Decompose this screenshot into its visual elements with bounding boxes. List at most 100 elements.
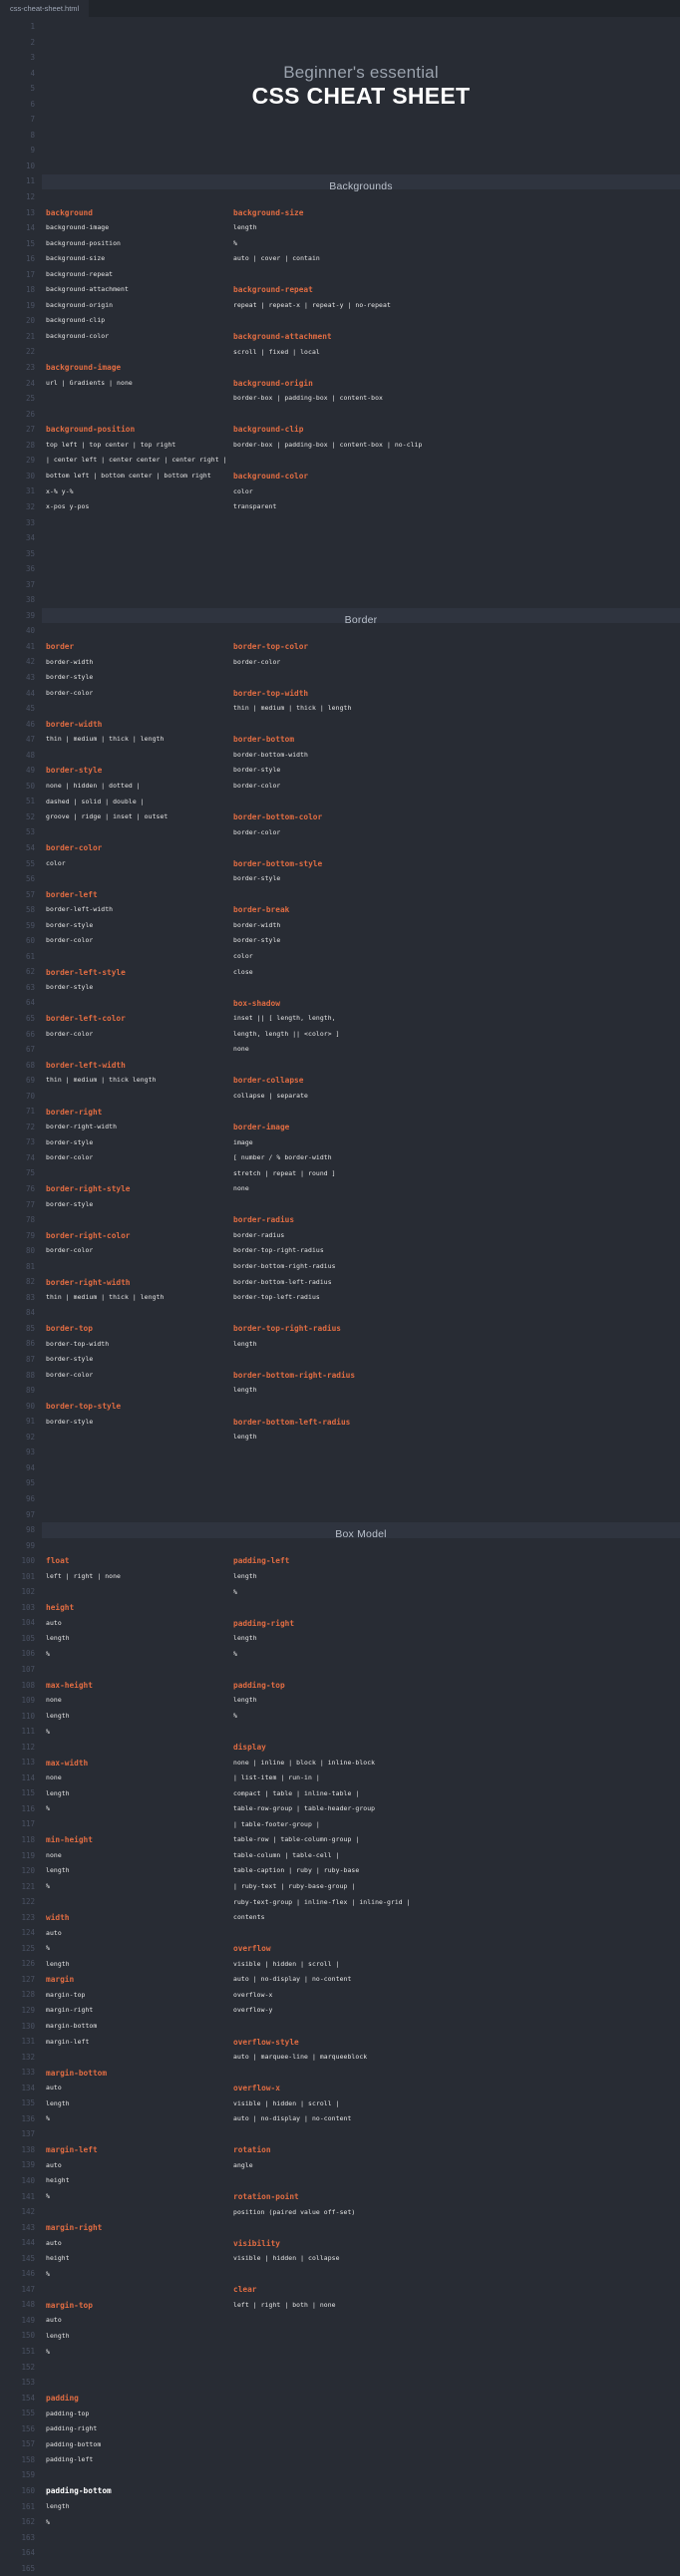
- line-number: 71: [0, 1104, 42, 1120]
- line-number: 150: [0, 2328, 42, 2344]
- file-tab-css-cheat-sheet[interactable]: css-cheat-sheet.html: [0, 0, 90, 17]
- property-name: border-bottom-color: [233, 809, 483, 825]
- property-name: border-color: [46, 840, 235, 856]
- property-value-line: %: [46, 2345, 235, 2361]
- line-number: 133: [0, 2065, 42, 2081]
- line-number: 93: [0, 1445, 42, 1460]
- property-value-line: length: [46, 1631, 235, 1647]
- property-value-line: contents: [233, 1910, 483, 1926]
- line-number: 27: [0, 422, 42, 438]
- line-number: 148: [0, 2297, 42, 2313]
- property-name: background-clip: [233, 422, 483, 438]
- line-number: 143: [0, 2220, 42, 2236]
- property-value-line: auto: [46, 2313, 235, 2329]
- property-name: border: [46, 639, 235, 655]
- property-value-line: border-color: [233, 825, 483, 841]
- property-value-line: table-row-group | table-header-group: [233, 1801, 483, 1817]
- property-value-line: length: [46, 2096, 235, 2112]
- section-header-border: Border: [42, 608, 680, 624]
- property-name: margin-top: [46, 2298, 235, 2314]
- section-title-text: Backgrounds: [329, 180, 393, 192]
- section-header-box-model: Box Model: [42, 1522, 680, 1538]
- property-value-line: none: [233, 1042, 483, 1058]
- property-value-line: ruby-text-group | inline-flex | inline-g…: [233, 1895, 483, 1911]
- line-number: 3: [0, 50, 42, 66]
- property-value-line: length: [46, 2499, 235, 2515]
- line-number: 18: [0, 282, 42, 298]
- line-number: 21: [0, 329, 42, 345]
- property-value-line: length: [46, 2329, 235, 2345]
- line-number: 30: [0, 469, 42, 484]
- line-number: 149: [0, 2313, 42, 2329]
- property-name: width: [46, 1910, 235, 1926]
- line-number: 128: [0, 1987, 42, 2003]
- line-number: 141: [0, 2189, 42, 2205]
- property-value-line: background-image: [46, 220, 235, 236]
- line-number: 69: [0, 1073, 42, 1089]
- line-number: 123: [0, 1910, 42, 1926]
- property-value-line: x-% y-%: [46, 484, 235, 500]
- editor-tab-bar: css-cheat-sheet.html: [0, 0, 680, 17]
- property-value-line: border-color: [233, 779, 483, 795]
- property-value-line: border-width: [46, 655, 235, 671]
- line-number: 4: [0, 66, 42, 82]
- line-number: 83: [0, 1290, 42, 1306]
- property-name: border-top-style: [46, 1399, 235, 1415]
- property-value-line: left | right | none: [46, 1569, 235, 1585]
- property-value-line: auto | no-display | no-content: [233, 2111, 483, 2127]
- property-value-line: collapse | separate: [233, 1089, 483, 1105]
- property-value-line: overflow-x: [233, 1988, 483, 2004]
- line-number: 43: [0, 670, 42, 686]
- line-number: 139: [0, 2157, 42, 2173]
- property-value-line: top left | top center | top right: [46, 438, 235, 454]
- line-number: 2: [0, 35, 42, 51]
- property-value-line: length: [46, 1863, 235, 1879]
- line-number: 47: [0, 732, 42, 748]
- property-value-line: length: [233, 1569, 483, 1585]
- property-value-line: none | inline | block | inline-block: [233, 1756, 483, 1771]
- property-value-line: thin | medium | thick | length: [46, 1290, 235, 1306]
- property-value-line: border-bottom-right-radius: [233, 1259, 483, 1275]
- property-name: border-right-width: [46, 1275, 235, 1291]
- property-value-line: length: [233, 1337, 483, 1353]
- line-number: 89: [0, 1383, 42, 1399]
- property-name: border-style: [46, 763, 235, 779]
- line-number: 45: [0, 701, 42, 717]
- property-value-line: dashed | solid | double |: [46, 795, 235, 810]
- line-number: 48: [0, 748, 42, 764]
- line-number: 86: [0, 1336, 42, 1352]
- property-value-line: visible | hidden | scroll |: [233, 1957, 483, 1973]
- line-number: 109: [0, 1693, 42, 1709]
- line-number: 31: [0, 483, 42, 499]
- property-value-line: border-top-width: [46, 1337, 235, 1353]
- code-editor-pane[interactable]: 1234567891011121314151617181920212223242…: [0, 17, 680, 2556]
- line-number: 23: [0, 360, 42, 376]
- line-number: 147: [0, 2282, 42, 2298]
- property-value-line: border-color: [46, 1150, 235, 1166]
- property-name: border-bottom: [233, 732, 483, 748]
- property-name: border-right: [46, 1105, 235, 1121]
- line-number: 24: [0, 376, 42, 392]
- line-number: 58: [0, 902, 42, 918]
- line-number: 74: [0, 1150, 42, 1166]
- property-name: clear: [233, 2282, 483, 2298]
- line-number: 14: [0, 220, 42, 236]
- line-number: 25: [0, 391, 42, 407]
- property-value-line: | center left | center center | center r…: [46, 453, 235, 469]
- property-value-line: background-origin: [46, 298, 235, 314]
- property-value-line: border-color: [46, 1243, 235, 1259]
- property-value-line: length: [46, 1786, 235, 1802]
- property-value-line: background-color: [46, 329, 235, 345]
- line-number: 121: [0, 1879, 42, 1895]
- property-value-line: visible | hidden | scroll |: [233, 2096, 483, 2112]
- property-value-line: %: [46, 2111, 235, 2127]
- property-name: box-shadow: [233, 996, 483, 1012]
- property-value-line: %: [46, 1941, 235, 1957]
- line-number: 114: [0, 1771, 42, 1786]
- property-value-line: left | right | both | none: [233, 2298, 483, 2314]
- property-name: overflow: [233, 1941, 483, 1957]
- property-value-line: background-position: [46, 236, 235, 252]
- property-value-line: bottom left | bottom center | bottom rig…: [46, 469, 235, 484]
- line-number: 9: [0, 143, 42, 159]
- property-value-line: length: [233, 1693, 483, 1709]
